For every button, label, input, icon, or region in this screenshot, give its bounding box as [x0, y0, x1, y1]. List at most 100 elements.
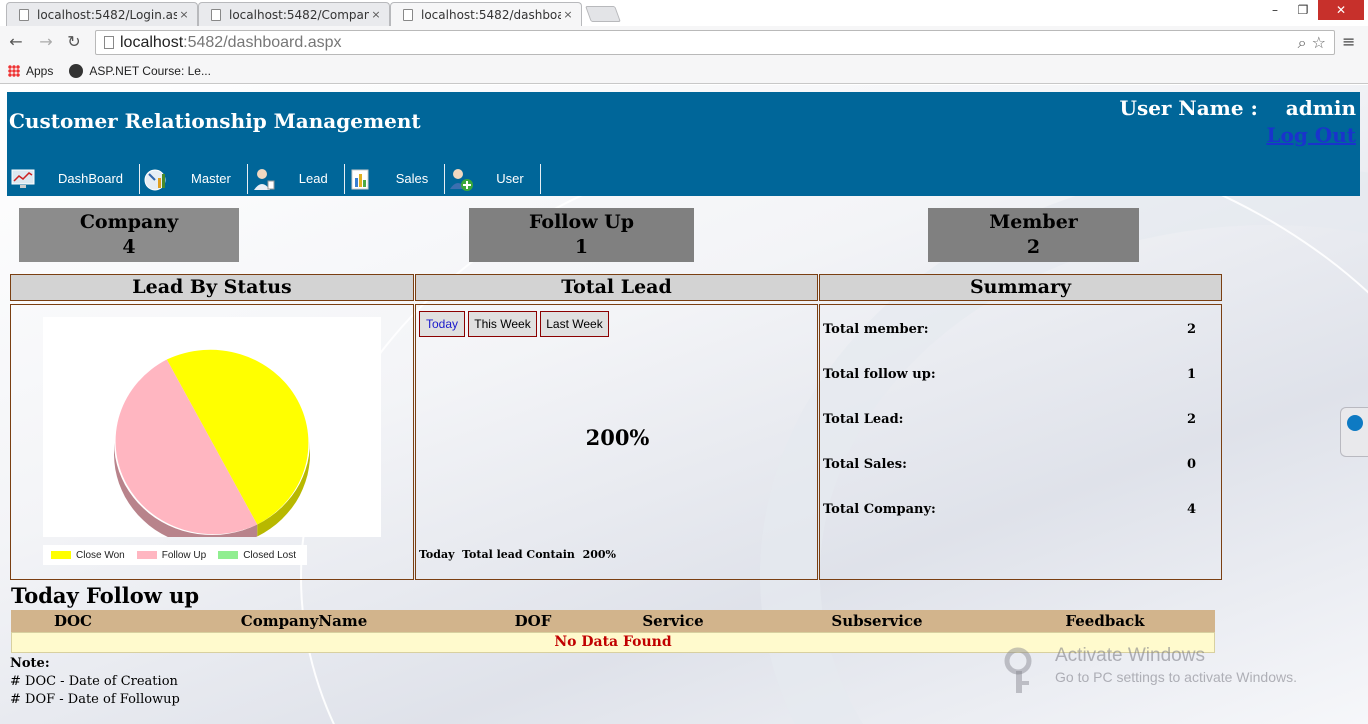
legend-item-closed-lost: Closed Lost [218, 550, 296, 561]
bookmarks-bar: Apps ASP.NET Course: Le... [0, 58, 1368, 84]
note-line: # DOF - Date of Followup [10, 692, 180, 707]
watermark-subtitle: Go to PC settings to activate Windows. [1055, 669, 1297, 685]
page-icon [19, 8, 29, 21]
tab-close-icon[interactable]: × [369, 8, 383, 21]
chart-legend: Close Won Follow Up Closed Lost [43, 545, 307, 565]
bookmark-label: ASP.NET Course: Le... [89, 63, 211, 78]
user-add-icon [450, 168, 474, 191]
column-header-feedback: Feedback [1065, 612, 1145, 630]
bar-chart-icon [351, 169, 369, 189]
menu-label: User [496, 171, 524, 186]
last-week-button[interactable]: Last Week [540, 311, 609, 337]
teamviewer-icon [1347, 415, 1363, 431]
menu-label: Sales [395, 171, 429, 186]
forward-icon[interactable]: → [36, 32, 56, 52]
maximize-button[interactable]: ❐ [1290, 0, 1316, 20]
summary-row: Total Lead: 2 [823, 412, 1219, 427]
stat-label: Follow Up [528, 211, 635, 233]
legend-label: Follow Up [161, 549, 207, 561]
monitor-chart-icon [11, 169, 35, 188]
today-button[interactable]: Today [419, 311, 465, 337]
user-lead-icon [253, 168, 275, 190]
menu-item-lead[interactable]: Lead [248, 163, 345, 194]
summary-value: 1 [1187, 367, 1197, 382]
menu-item-sales[interactable]: Sales [345, 163, 446, 194]
menu-label: DashBoard [58, 171, 124, 186]
lead-by-status-panel: Close Won Follow Up Closed Lost [10, 304, 414, 580]
tab-login[interactable]: localhost:5482/Login.aspx × [6, 2, 198, 26]
url-host: localhost [120, 33, 184, 51]
logout-link[interactable]: Log Out [1266, 123, 1356, 147]
tab-title: localhost:5482/dashboard [421, 7, 561, 22]
column-header-doc: DOC [53, 612, 92, 630]
summary-row: Total member: 2 [823, 322, 1219, 337]
stat-company: Company 4 [19, 208, 239, 262]
tab-dashboard[interactable]: localhost:5482/dashboard × [390, 2, 582, 26]
legend-item-close-won: Close Won [51, 550, 125, 561]
window-close-button[interactable]: ✕ [1318, 0, 1364, 20]
bookmark-apps[interactable]: Apps [8, 64, 53, 78]
tab-close-icon[interactable]: × [561, 8, 575, 21]
chrome-menu-icon[interactable]: ≡ [1342, 32, 1356, 51]
summary-label: Total member: [823, 322, 929, 337]
main-menu: DashBoard Master Lead Sales User [7, 162, 541, 195]
legend-item-follow-up: Follow Up [136, 549, 207, 561]
tab-title: localhost:5482/Company/ [229, 7, 369, 22]
summary-heading: Summary [819, 274, 1222, 301]
stat-followup: Follow Up 1 [469, 208, 694, 262]
this-week-button[interactable]: This Week [468, 311, 537, 337]
key-icon [1004, 647, 1032, 693]
column-header-subservice: Subservice [831, 612, 923, 630]
stat-member: Member 2 [928, 208, 1139, 262]
summary-value: 0 [1187, 457, 1197, 472]
summary-label: Total Sales: [823, 457, 907, 472]
reload-icon[interactable]: ↻ [64, 32, 84, 52]
column-header-companyname: CompanyName [240, 612, 368, 630]
followup-grid-header: DOC CompanyName DOF Service Subservice F… [11, 610, 1215, 632]
zoom-star-icons[interactable]: ⌕ ☆ [1298, 33, 1326, 53]
summary-label: Total Company: [823, 502, 936, 517]
column-header-service: Service [642, 612, 704, 630]
summary-row: Total Sales: 0 [823, 457, 1219, 472]
stat-value: 2 [1026, 236, 1041, 258]
today-followup-title: Today Follow up [11, 583, 200, 608]
menu-label: Lead [298, 171, 328, 186]
back-icon[interactable]: ← [6, 32, 26, 52]
apps-grid-icon [8, 64, 20, 77]
summary-value: 2 [1187, 412, 1197, 427]
lead-percentage: 200% [585, 425, 650, 450]
menu-item-master[interactable]: Master [140, 163, 248, 194]
teamviewer-side-widget[interactable] [1340, 407, 1368, 457]
summary-row: Total Company: 4 [823, 502, 1219, 517]
tab-company[interactable]: localhost:5482/Company/ × [198, 2, 390, 26]
notes-section: Note: # DOC - Date of Creation # DOF - D… [10, 655, 180, 709]
menu-item-dashboard[interactable]: DashBoard [7, 163, 141, 194]
bookmark-aspnet-course[interactable]: ASP.NET Course: Le... [69, 63, 211, 78]
summary-value: 4 [1187, 502, 1197, 517]
new-tab-button[interactable] [585, 6, 621, 22]
tab-strip: localhost:5482/Login.aspx × localhost:54… [0, 0, 1368, 26]
url-path: :5482/dashboard.aspx [183, 33, 342, 51]
menu-item-user[interactable]: User [445, 163, 541, 194]
legend-label: Close Won [76, 549, 125, 561]
address-bar[interactable]: localhost:5482/dashboard.aspx ⌕ ☆ [95, 30, 1335, 55]
summary-row: Total follow up: 1 [823, 367, 1219, 382]
user-name-label: User Name : admin [1119, 96, 1357, 120]
page-icon [403, 8, 413, 21]
stat-value: 1 [574, 236, 589, 258]
tab-close-icon[interactable]: × [177, 8, 191, 21]
page-icon [104, 36, 114, 49]
lead-note: Today Total lead Contain 200% [419, 548, 616, 561]
gauge-chart-icon [144, 169, 166, 190]
summary-label: Total follow up: [823, 367, 936, 382]
note-title: Note: [10, 656, 50, 671]
lead-by-status-heading: Lead By Status [10, 274, 414, 301]
stat-label: Member [989, 211, 1078, 233]
total-lead-panel: Today This Week Last Week 200% Today Tot… [415, 304, 818, 580]
legend-swatch [51, 551, 71, 559]
note-line: # DOC - Date of Creation [10, 674, 178, 689]
tab-title: localhost:5482/Login.aspx [37, 7, 177, 22]
lead-status-pie-chart [114, 349, 310, 547]
stat-value: 4 [122, 236, 136, 258]
minimize-button[interactable]: – [1262, 0, 1288, 20]
